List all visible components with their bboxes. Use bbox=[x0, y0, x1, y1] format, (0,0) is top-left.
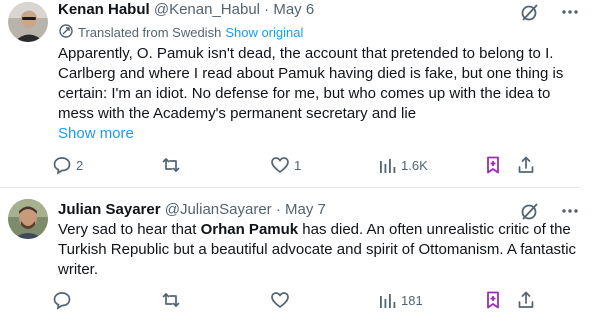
tweet-header: Kenan Habul @Kenan_Habul · May 6 bbox=[58, 0, 314, 20]
views-button[interactable]: 1.6K bbox=[377, 153, 428, 177]
translation-notice: Translated from Swedish Show original bbox=[58, 23, 303, 44]
tweet-text: Apparently, O. Pamuk isn't dead, the acc… bbox=[58, 45, 564, 122]
separator-dot: · bbox=[275, 201, 281, 218]
share-button[interactable] bbox=[516, 288, 536, 312]
reply-bubble-icon bbox=[53, 292, 71, 310]
bookmark-button[interactable] bbox=[483, 288, 503, 312]
bookmark-icon bbox=[487, 291, 499, 309]
mention-bold: Orhan Pamuk bbox=[200, 221, 299, 238]
like-button[interactable] bbox=[270, 288, 294, 312]
author-handle[interactable]: @Kenan_Habul bbox=[154, 1, 260, 18]
views-button[interactable]: 181 bbox=[377, 288, 423, 312]
share-button[interactable] bbox=[516, 153, 536, 177]
tweet-kenan-habul[interactable]: Kenan Habul @Kenan_Habul · May 6 Transla… bbox=[0, 0, 600, 188]
tweet-date[interactable]: May 6 bbox=[273, 1, 314, 18]
retweet-button[interactable] bbox=[161, 288, 185, 312]
tweet-text: Very sad to hear that Orhan Pamuk has di… bbox=[58, 220, 583, 280]
views-bar-chart-icon bbox=[380, 294, 396, 308]
bookmark-button[interactable] bbox=[483, 153, 503, 177]
like-button[interactable]: 1 bbox=[270, 153, 301, 177]
views-bar-chart-icon bbox=[380, 159, 396, 173]
separator-dot: · bbox=[264, 1, 270, 18]
reply-count: 2 bbox=[76, 157, 84, 173]
reply-button[interactable] bbox=[52, 288, 76, 312]
bookmark-icon bbox=[487, 156, 499, 174]
share-upload-icon bbox=[518, 291, 534, 308]
show-more-link[interactable]: Show more bbox=[58, 124, 134, 144]
header-actions bbox=[520, 2, 580, 22]
reply-bubble-icon bbox=[53, 157, 71, 175]
views-count: 1.6K bbox=[401, 157, 428, 173]
author-name[interactable]: Julian Sayarer bbox=[58, 201, 161, 218]
translated-label: Translated from Swedish bbox=[78, 25, 222, 40]
tweet-julian-sayarer[interactable]: Julian Sayarer @JulianSayarer · May 7 Ve… bbox=[0, 188, 600, 333]
author-handle[interactable]: @JulianSayarer bbox=[165, 201, 272, 218]
grok-slash-icon[interactable] bbox=[520, 201, 540, 221]
avatar[interactable] bbox=[8, 199, 48, 239]
tweet-actions: 2 1 1.6K bbox=[0, 153, 600, 177]
heart-icon bbox=[271, 157, 289, 173]
tweet-date[interactable]: May 7 bbox=[285, 201, 326, 218]
share-upload-icon bbox=[518, 156, 534, 173]
views-count: 181 bbox=[401, 292, 423, 308]
more-dots-icon[interactable] bbox=[560, 201, 580, 221]
translate-icon bbox=[58, 23, 74, 44]
show-original-link[interactable]: Show original bbox=[225, 24, 303, 42]
retweet-arrows-icon bbox=[162, 158, 180, 172]
avatar[interactable] bbox=[8, 2, 48, 42]
tweet-actions: 181 bbox=[0, 288, 600, 312]
more-dots-icon[interactable] bbox=[560, 2, 580, 22]
grok-slash-icon[interactable] bbox=[520, 2, 540, 22]
heart-icon bbox=[271, 292, 289, 308]
like-count: 1 bbox=[294, 157, 302, 173]
author-name[interactable]: Kenan Habul bbox=[58, 1, 150, 18]
header-actions bbox=[520, 201, 580, 221]
tweet-text-part: Very sad to hear that bbox=[58, 221, 201, 238]
retweet-button[interactable] bbox=[161, 153, 185, 177]
reply-button[interactable]: 2 bbox=[52, 153, 83, 177]
retweet-arrows-icon bbox=[162, 293, 180, 307]
tweet-header: Julian Sayarer @JulianSayarer · May 7 bbox=[58, 200, 326, 220]
